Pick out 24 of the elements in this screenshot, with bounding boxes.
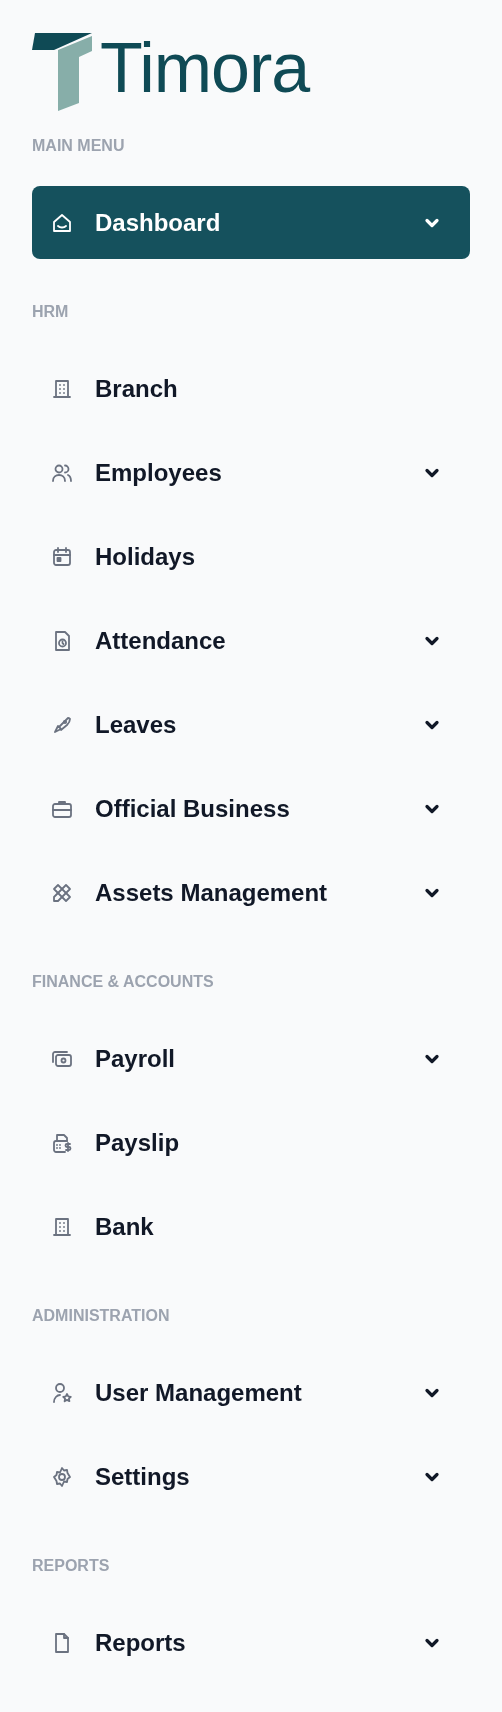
section-label: MAIN MENU <box>32 136 125 156</box>
menu-item[interactable]: Assets Management <box>32 856 470 929</box>
section-label: FINANCE & ACCOUNTS <box>32 972 214 992</box>
settings-icon <box>50 1464 74 1489</box>
menu-item[interactable]: Branch <box>32 352 470 425</box>
section-label: REPORTS <box>32 1556 110 1576</box>
menu-item[interactable]: Payroll <box>32 1022 470 1095</box>
logo-icon <box>32 33 94 111</box>
section-label: ADMINISTRATION <box>32 1306 170 1326</box>
menu-item[interactable]: Reports <box>32 1606 470 1679</box>
menu-item[interactable]: Employees <box>32 436 470 509</box>
user-star-icon <box>50 1380 74 1405</box>
menu-item[interactable]: Dashboard <box>32 186 470 259</box>
menu-item[interactable]: User Management <box>32 1356 470 1429</box>
menu-item[interactable]: Payslip <box>32 1106 470 1179</box>
menu-item[interactable]: Settings <box>32 1440 470 1513</box>
menu-item[interactable]: Leaves <box>32 688 470 761</box>
section-label: HRM <box>32 302 69 322</box>
logo-text: Timora <box>100 35 310 101</box>
menu-item[interactable]: Bank <box>32 1190 470 1263</box>
menu-item[interactable]: Holidays <box>32 520 470 593</box>
menu-item[interactable]: Attendance <box>32 604 470 677</box>
menu-item[interactable]: Official Business <box>32 772 470 845</box>
calendar-icon <box>50 544 74 569</box>
